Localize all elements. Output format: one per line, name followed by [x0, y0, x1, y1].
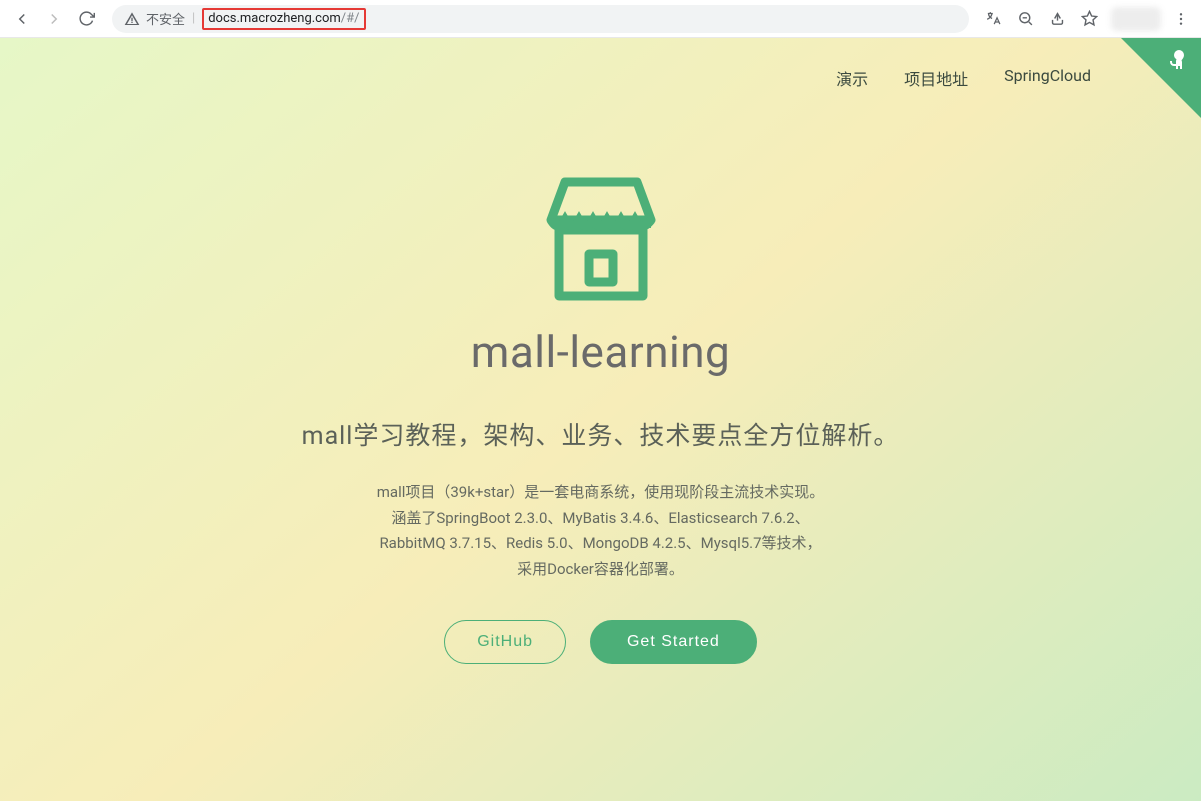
star-icon[interactable]	[1075, 5, 1103, 33]
desc-line-1: mall项目（39k+star）是一套电商系统，使用现阶段主流技术实现。	[151, 480, 1051, 506]
nav-link-repo[interactable]: 项目地址	[904, 66, 968, 90]
url-highlight-box: docs.macrozheng.com/#/	[202, 8, 365, 30]
get-started-button[interactable]: Get Started	[590, 620, 757, 664]
desc-line-4: 采用Docker容器化部署。	[151, 557, 1051, 583]
url-host: docs.macrozheng.com	[208, 9, 341, 29]
back-button[interactable]	[8, 5, 36, 33]
insecure-label: 不安全	[146, 9, 185, 28]
page-title: mall-learning	[151, 326, 1051, 378]
extension-blur	[1111, 7, 1161, 31]
address-bar[interactable]: 不安全 | docs.macrozheng.com/#/	[112, 5, 969, 33]
desc-line-2: 涵盖了SpringBoot 2.3.0、MyBatis 3.4.6、Elasti…	[151, 506, 1051, 532]
store-logo-icon	[531, 168, 671, 312]
desc-line-3: RabbitMQ 3.7.15、Redis 5.0、MongoDB 4.2.5、…	[151, 531, 1051, 557]
browser-menu-button[interactable]	[1167, 5, 1195, 33]
nav-link-demo[interactable]: 演示	[836, 66, 868, 90]
hero-section: mall-learning mall学习教程，架构、业务、技术要点全方位解析。 …	[151, 168, 1051, 664]
hero-buttons: GitHub Get Started	[151, 620, 1051, 664]
url-path: /#/	[341, 9, 360, 29]
page-content: 演示 项目地址 SpringCloud mall-learning mall学习…	[0, 38, 1201, 801]
page-subtitle: mall学习教程，架构、业务、技术要点全方位解析。	[151, 416, 1051, 452]
forward-button[interactable]	[40, 5, 68, 33]
warning-icon	[124, 11, 140, 27]
top-nav: 演示 项目地址 SpringCloud	[836, 66, 1091, 90]
browser-toolbar: 不安全 | docs.macrozheng.com/#/	[0, 0, 1201, 38]
github-button[interactable]: GitHub	[444, 620, 566, 664]
github-corner-icon[interactable]	[1167, 48, 1191, 76]
nav-link-springcloud[interactable]: SpringCloud	[1004, 66, 1091, 90]
zoom-icon[interactable]	[1011, 5, 1039, 33]
separator: |	[192, 11, 195, 26]
page-description: mall项目（39k+star）是一套电商系统，使用现阶段主流技术实现。 涵盖了…	[151, 480, 1051, 582]
reload-button[interactable]	[72, 5, 100, 33]
translate-icon[interactable]	[979, 5, 1007, 33]
share-icon[interactable]	[1043, 5, 1071, 33]
